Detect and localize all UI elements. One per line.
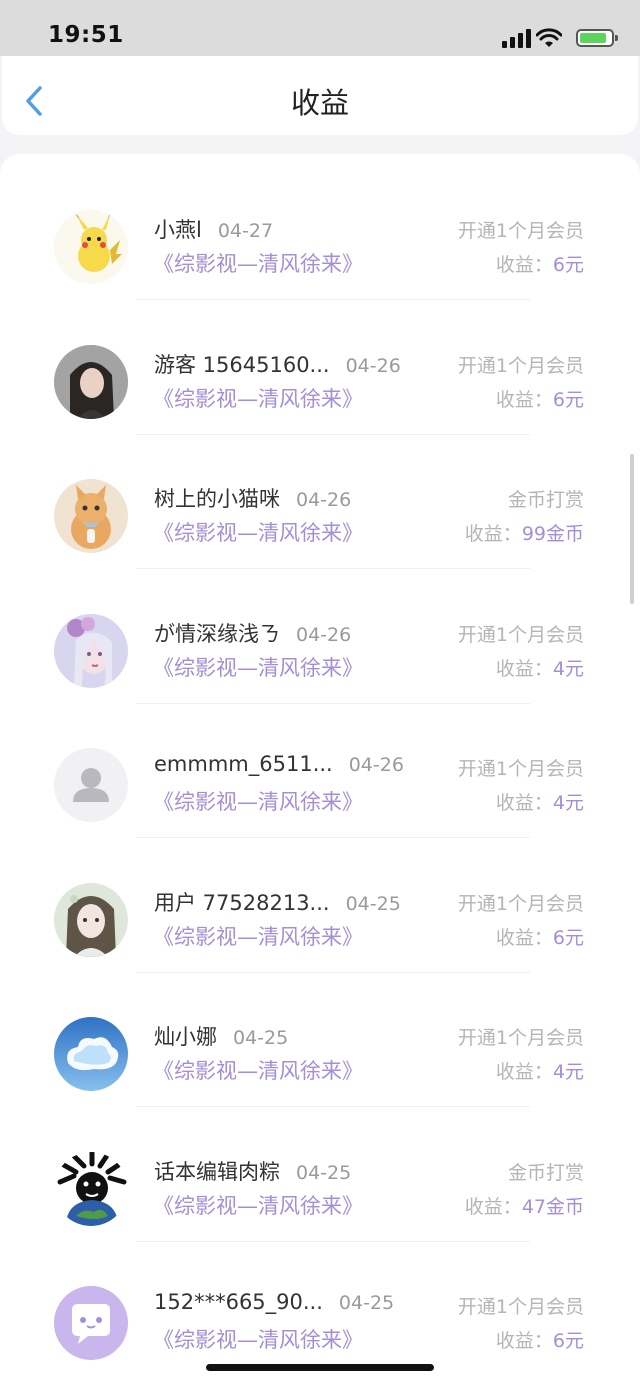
user-name-text: 树上的小猫咪 (154, 487, 280, 511)
battery-icon (576, 29, 618, 47)
earning-type: 开通1个月会员 (457, 1027, 584, 1049)
earth-avatar[interactable] (54, 1151, 128, 1226)
earning-label: 收益： (464, 523, 522, 545)
user-name: 小燕l 04-27 (154, 214, 273, 244)
list-item[interactable]: emmmm_6511... 04-26 《综影视—清风徐来》 开通1个月会员收益：4元 (0, 704, 640, 838)
wifi-icon (536, 28, 562, 47)
book-title[interactable]: 《综影视—清风徐来》 (153, 383, 363, 413)
list-item[interactable]: 152***665_90... 04-25 《综影视—清风徐来》 开通1个月会员收益：… (0, 1242, 640, 1376)
date: 04-26 (296, 489, 352, 511)
girl-photo-avatar[interactable] (54, 344, 128, 419)
cat-avatar[interactable] (54, 479, 128, 553)
earning-amount: 收益：4元 (496, 654, 584, 681)
amount-value: 6元 (552, 254, 584, 276)
date: 04-25 (233, 1027, 289, 1049)
user-name: 游客 15645160... 04-26 (154, 349, 401, 379)
amount-value: 6元 (552, 1330, 584, 1352)
user-name: が情深缘浅ㄋ 04-26 (154, 618, 351, 648)
earning-type: 开通1个月会员 (457, 1296, 584, 1318)
earning-amount: 收益：4元 (496, 1057, 584, 1084)
list-item[interactable]: 话本编辑肉粽 04-25 《综影视—清风徐来》 金币打赏收益：47金币 (0, 1108, 640, 1242)
book-title[interactable]: 《综影视—清风徐来》 (153, 652, 363, 682)
nav-bar: 收益 (2, 56, 638, 135)
earning-label: 收益： (495, 657, 553, 680)
earning-label: 收益： (495, 926, 553, 949)
chat-bubble-avatar[interactable] (54, 1286, 128, 1360)
home-indicator[interactable] (206, 1364, 434, 1371)
user-name-text: 小燕l (154, 218, 202, 242)
date: 04-25 (296, 1161, 352, 1184)
amount-value: 4元 (552, 1061, 584, 1083)
status-bar: 19:51 (0, 0, 640, 56)
date: 04-27 (217, 220, 274, 242)
user-name: 话本编辑肉粽 04-25 (154, 1156, 351, 1186)
date: 04-26 (345, 354, 401, 377)
earning-label: 收益： (495, 254, 553, 276)
amount-value: 4元 (552, 657, 584, 680)
earning-amount: 收益：6元 (496, 1326, 584, 1353)
amount-value: 6元 (552, 926, 584, 949)
page-title: 收益 (290, 86, 349, 120)
amount-value: 4元 (552, 792, 584, 814)
user-name-text: 用户 77528213... (154, 890, 330, 915)
earning-amount: 收益：6元 (496, 923, 584, 950)
user-name: emmmm_6511... 04-26 (154, 752, 404, 776)
book-title[interactable]: 《综影视—清风徐来》 (153, 786, 363, 816)
earning-type: 金币打赏 (507, 489, 584, 511)
amount-value: 6元 (552, 388, 584, 411)
user-name-text: 152***665_90... (154, 1290, 323, 1314)
user-name: 灿小娜 04-25 (154, 1021, 288, 1051)
user-name-text: 灿小娜 (154, 1025, 217, 1049)
amount-value: 47金币 (521, 1195, 584, 1218)
date: 04-26 (296, 623, 352, 646)
user-name-text: emmmm_6511... (154, 752, 333, 776)
user-name: 树上的小猫咪 04-26 (154, 483, 351, 513)
earning-amount: 收益：99金币 (465, 519, 584, 546)
earning-type: 开通1个月会员 (457, 354, 584, 377)
pikachu-avatar[interactable] (54, 210, 128, 284)
earnings-list[interactable]: 小燕l 04-27 《综影视—清风徐来》 开通1个月会员 收益：6元 游客 1564516… (0, 154, 640, 1385)
earning-label: 收益： (495, 1330, 553, 1352)
list-item[interactable]: が情深缘浅ㄋ 04-26 《综影视—清风徐来》 开通1个月会员收益：4元 (0, 570, 640, 704)
user-name: 用户 77528213... 04-25 (154, 887, 401, 917)
earning-type: 开通1个月会员 (457, 892, 584, 915)
anime-girl-avatar[interactable] (54, 882, 128, 957)
list-item[interactable]: 用户 77528213... 04-25 《综影视—清风徐来》 开通1个月会员收益：6… (0, 839, 640, 973)
earning-amount: 收益：4元 (496, 788, 584, 815)
earning-type: 开通1个月会员 (457, 623, 584, 646)
earning-label: 收益： (495, 1061, 553, 1083)
list-item[interactable]: 游客 15645160... 04-26 《综影视—清风徐来》 开通1个月会员收益：6… (0, 301, 640, 435)
earning-label: 收益： (495, 792, 553, 814)
book-title[interactable]: 《综影视—清风徐来》 (153, 1190, 363, 1220)
earning-label: 收益： (495, 388, 553, 411)
earning-amount: 收益：6元 (496, 250, 584, 277)
status-time: 19:51 (48, 22, 124, 48)
user-name-text: 游客 15645160... (154, 352, 330, 377)
date: 04-25 (338, 1292, 395, 1314)
book-title[interactable]: 《综影视—清风徐来》 (153, 1324, 363, 1354)
earning-amount: 收益：47金币 (465, 1192, 584, 1219)
user-name: 152***665_90... 04-25 (154, 1290, 394, 1314)
date: 04-26 (348, 754, 404, 776)
default-user-avatar[interactable] (54, 748, 128, 822)
book-title[interactable]: 《综影视—清风徐来》 (153, 248, 363, 278)
earning-type: 开通1个月会员 (457, 220, 584, 242)
earning-label: 收益： (464, 1195, 522, 1218)
book-title[interactable]: 《综影视—清风徐来》 (153, 921, 363, 951)
book-title[interactable]: 《综影视—清风徐来》 (153, 1055, 363, 1085)
list-item[interactable]: 灿小娜 04-25 《综影视—清风徐来》 开通1个月会员收益：4元 (0, 973, 640, 1107)
date: 04-25 (345, 892, 401, 915)
earning-type: 开通1个月会员 (457, 758, 584, 780)
earning-type: 金币打赏 (507, 1161, 584, 1184)
book-title[interactable]: 《综影视—清风徐来》 (153, 517, 363, 547)
amount-value: 99金币 (521, 523, 584, 545)
signal-icon (502, 28, 532, 48)
flower-girl-avatar[interactable] (54, 613, 128, 688)
user-name-text: 话本编辑肉粽 (154, 1159, 280, 1184)
list-item[interactable]: 树上的小猫咪 04-26 《综影视—清风徐来》 金币打赏收益：99金币 (0, 435, 640, 569)
earning-amount: 收益：6元 (496, 385, 584, 412)
cloud-avatar[interactable] (54, 1017, 128, 1091)
user-name-text: が情深缘浅ㄋ (154, 621, 280, 646)
list-item[interactable]: 小燕l 04-27 《综影视—清风徐来》 开通1个月会员收益：6元 (0, 166, 640, 300)
